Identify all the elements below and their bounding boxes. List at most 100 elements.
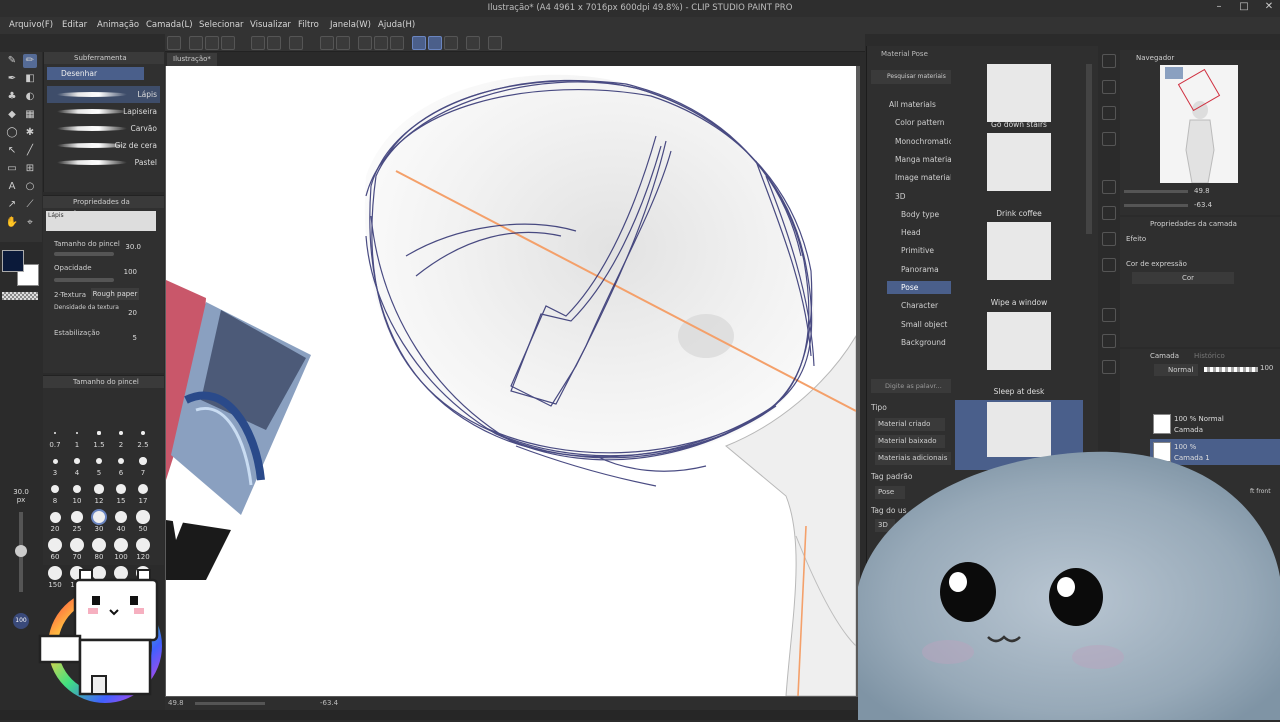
canvas-tab[interactable]: Ilustração* bbox=[167, 53, 217, 66]
brush-size-dot[interactable] bbox=[49, 511, 61, 523]
undo-icon[interactable] bbox=[251, 36, 265, 50]
brush-item-pastel[interactable]: Pastel bbox=[47, 154, 160, 171]
size-slider-handle[interactable] bbox=[15, 545, 27, 557]
menu-animacao[interactable]: Animação bbox=[97, 20, 139, 30]
layer-icon-b[interactable] bbox=[1102, 106, 1116, 120]
brush-size-dot[interactable] bbox=[70, 538, 84, 552]
search-icon[interactable] bbox=[1102, 54, 1116, 68]
settings-icon[interactable] bbox=[466, 36, 480, 50]
material-scrollbar[interactable] bbox=[1086, 64, 1092, 234]
pencil-tool-icon[interactable]: ✏ bbox=[23, 54, 37, 68]
brush-item-lapiseira[interactable]: Lapiseira bbox=[47, 103, 160, 120]
layer-icon-f[interactable] bbox=[1102, 232, 1116, 246]
layer-icon-e[interactable] bbox=[1102, 206, 1116, 220]
line-tool-icon[interactable]: ⟋ bbox=[23, 198, 37, 212]
new-file-icon[interactable] bbox=[189, 36, 203, 50]
material-tree-item[interactable]: Panorama bbox=[887, 263, 951, 276]
crop-icon[interactable] bbox=[374, 36, 388, 50]
brush-size-value[interactable]: 30.0 bbox=[113, 243, 141, 251]
brush-size-dot[interactable] bbox=[95, 457, 103, 465]
gradient-tool-icon[interactable]: ▦ bbox=[23, 108, 37, 122]
brush-size-slider[interactable] bbox=[54, 252, 114, 256]
history-tab[interactable]: Histórico bbox=[1194, 352, 1225, 360]
menu-selecionar[interactable]: Selecionar bbox=[199, 20, 244, 30]
layer-icon-d[interactable] bbox=[1102, 180, 1116, 194]
figure-tool-icon[interactable]: ╱ bbox=[23, 144, 37, 158]
material-thumb-window[interactable] bbox=[987, 222, 1051, 280]
navigator-angle[interactable]: -63.4 bbox=[1194, 201, 1212, 209]
brush-size-dot[interactable] bbox=[54, 432, 56, 434]
brush-size-dot[interactable] bbox=[74, 458, 80, 464]
layer-icon-i[interactable] bbox=[1102, 334, 1116, 348]
balloon-tool-icon[interactable]: ○ bbox=[23, 180, 37, 194]
redo-icon[interactable] bbox=[267, 36, 281, 50]
save-icon[interactable] bbox=[221, 36, 235, 50]
brush-item-carvao[interactable]: Carvão bbox=[47, 120, 160, 137]
fill-icon[interactable] bbox=[320, 36, 334, 50]
brush-size-dot[interactable] bbox=[92, 538, 106, 552]
material-thumb-coffee[interactable] bbox=[987, 133, 1051, 191]
material-tree-item[interactable]: Head bbox=[887, 226, 951, 239]
brush-size-dot[interactable] bbox=[139, 457, 147, 465]
opacity-value[interactable]: 100 bbox=[113, 268, 137, 276]
magic-wand-icon[interactable]: ✱ bbox=[23, 126, 37, 140]
deselect-icon[interactable] bbox=[358, 36, 372, 50]
close-button[interactable]: ✕ bbox=[1258, 1, 1280, 16]
ruler-tool-icon[interactable]: ⊞ bbox=[23, 162, 37, 176]
brush-size-dot[interactable] bbox=[75, 431, 79, 435]
layer-row[interactable]: 100 % Normal Camada bbox=[1150, 411, 1280, 437]
brush-size-dot[interactable] bbox=[136, 510, 150, 524]
eraser-tool-icon[interactable]: ◧ bbox=[23, 72, 37, 86]
menu-editar[interactable]: Editar bbox=[62, 20, 87, 30]
main-color-swatch[interactable] bbox=[2, 250, 24, 272]
blend-mode-select[interactable]: Normal bbox=[1154, 364, 1198, 376]
layer-icon-h[interactable] bbox=[1102, 308, 1116, 322]
text-tool-icon[interactable]: A bbox=[5, 180, 19, 194]
material-tree-item[interactable]: Pose bbox=[887, 281, 951, 294]
lasso-tool-icon[interactable]: ◯ bbox=[5, 126, 19, 140]
brush-size-dot[interactable] bbox=[140, 430, 146, 436]
menu-ajuda[interactable]: Ajuda(H) bbox=[378, 20, 415, 30]
fill-tool-icon[interactable]: ◆ bbox=[5, 108, 19, 122]
layer-tab[interactable]: Camada bbox=[1150, 352, 1179, 360]
layer-icon-a[interactable] bbox=[1102, 80, 1116, 94]
clear-icon[interactable] bbox=[289, 36, 303, 50]
operation-tool-icon[interactable]: ↖ bbox=[5, 144, 19, 158]
material-tree-item[interactable]: Image material bbox=[881, 171, 951, 184]
type-item-created[interactable]: Material criado bbox=[875, 418, 945, 431]
layer-icon-g[interactable] bbox=[1102, 258, 1116, 272]
maximize-button[interactable]: □ bbox=[1233, 1, 1255, 16]
hand-tool-icon[interactable]: ✋ bbox=[5, 216, 19, 230]
stabilization-value[interactable]: 5 bbox=[113, 334, 137, 342]
brush-size-dot[interactable] bbox=[136, 538, 150, 552]
transform-icon[interactable] bbox=[336, 36, 350, 50]
material-tree-item[interactable]: Color pattern bbox=[881, 116, 951, 129]
material-tree-item[interactable]: Small object bbox=[887, 318, 951, 331]
zoom-slider[interactable] bbox=[195, 702, 265, 705]
brush-size-dot[interactable] bbox=[94, 484, 104, 494]
expression-color-select[interactable]: Cor bbox=[1132, 272, 1234, 284]
menu-visualizar[interactable]: Visualizar bbox=[250, 20, 291, 30]
navigator-zoom-slider[interactable] bbox=[1124, 190, 1188, 193]
material-tree-item[interactable]: Background bbox=[887, 336, 951, 349]
companion-icon[interactable] bbox=[488, 36, 502, 50]
material-tree-item[interactable]: All materials bbox=[875, 98, 951, 111]
brush-size-dot[interactable] bbox=[114, 510, 128, 524]
transparent-color-swatch[interactable] bbox=[2, 292, 38, 300]
brush-tool-icon[interactable]: ✒ bbox=[5, 72, 19, 86]
texture-select[interactable]: Rough paper bbox=[91, 288, 139, 300]
navigator-preview[interactable] bbox=[1160, 65, 1238, 183]
material-tree-item[interactable]: Character bbox=[887, 299, 951, 312]
minimize-button[interactable]: – bbox=[1208, 1, 1230, 16]
material-tree-item[interactable]: Primitive bbox=[887, 244, 951, 257]
brush-size-dot[interactable] bbox=[52, 458, 58, 464]
layer-opacity-slider[interactable] bbox=[1204, 367, 1258, 372]
brush-size-dot[interactable] bbox=[92, 510, 106, 524]
pen-tool-icon[interactable]: ✎ bbox=[5, 54, 19, 68]
brush-item-lapis[interactable]: Lápis bbox=[47, 86, 160, 103]
material-thumb-stairs[interactable] bbox=[987, 64, 1051, 122]
eyedropper-icon[interactable]: ⌖ bbox=[23, 216, 37, 230]
opacity-slider[interactable] bbox=[54, 278, 114, 282]
decoration-tool-icon[interactable]: ♣ bbox=[5, 90, 19, 104]
brush-size-dot[interactable] bbox=[51, 485, 59, 493]
